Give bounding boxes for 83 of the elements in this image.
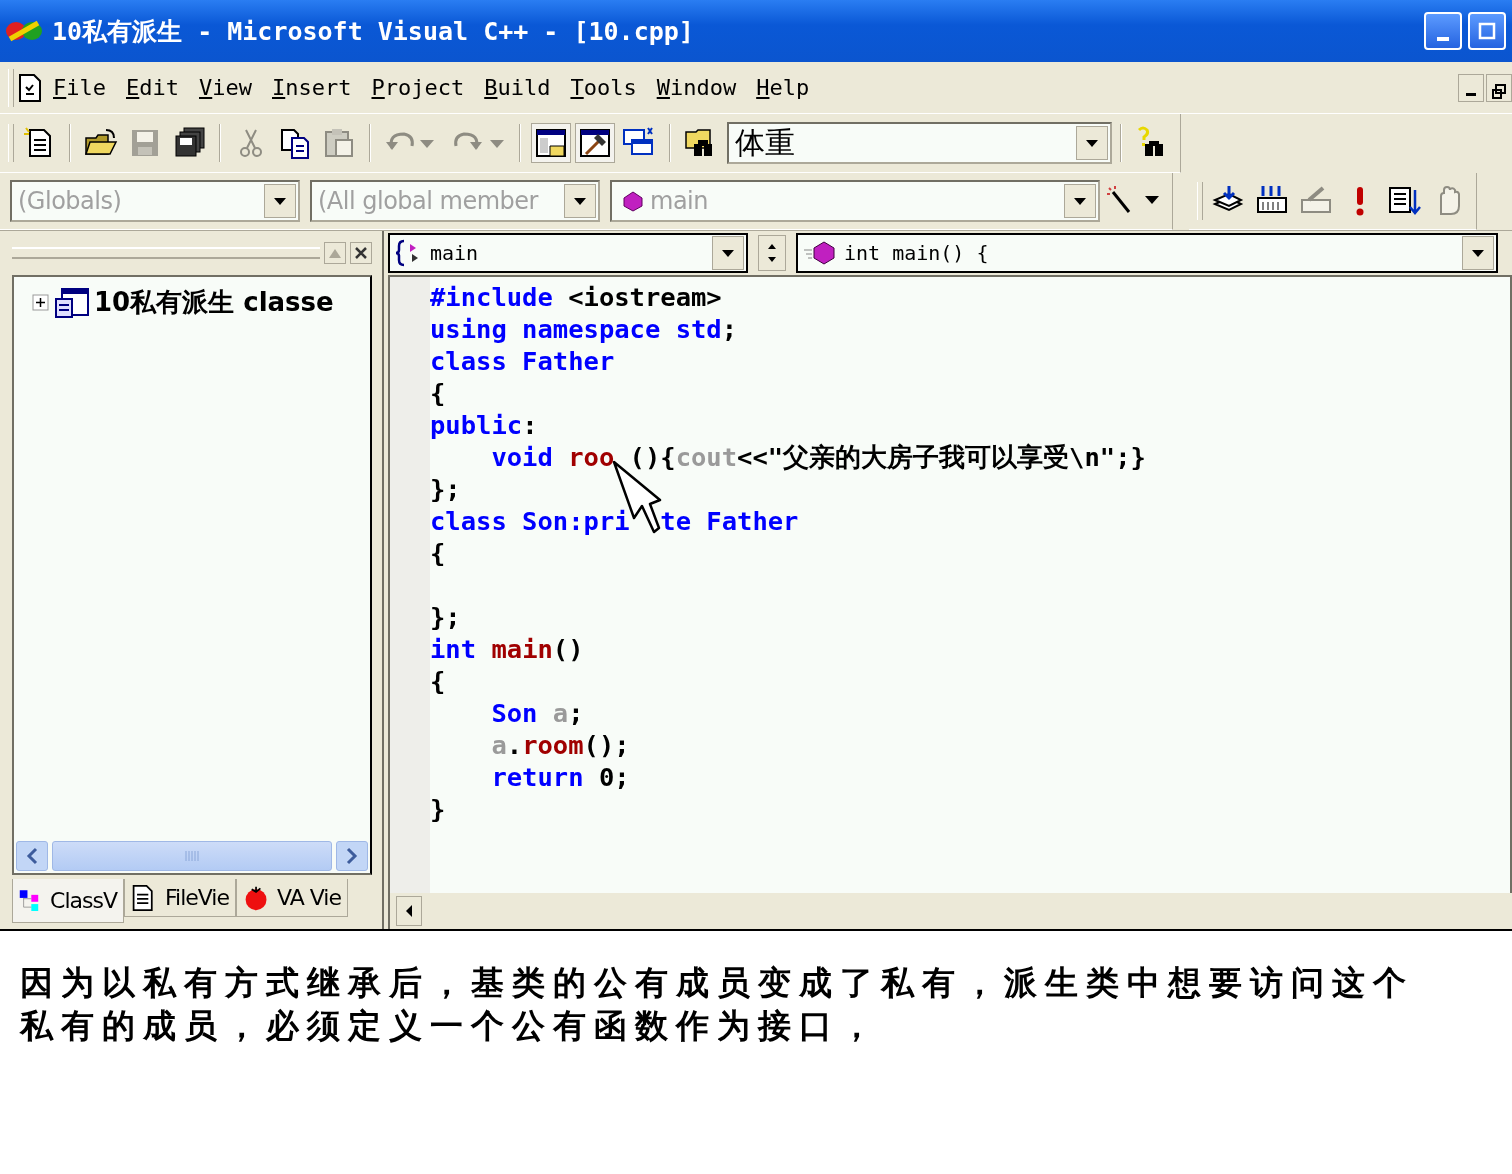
menu-item[interactable]: Tools	[570, 75, 637, 100]
menu-item[interactable]: Edit	[126, 75, 179, 100]
combo-text: int main() {	[843, 241, 990, 265]
symbol-combo[interactable]: main	[388, 233, 748, 273]
code-line: };	[430, 473, 462, 505]
dropdown-button[interactable]	[564, 184, 596, 218]
spin-button[interactable]	[758, 235, 786, 271]
expander-icon[interactable]	[32, 293, 50, 312]
dropdown-button[interactable]	[1064, 184, 1096, 218]
code-line: {	[430, 537, 447, 569]
caption-text: 私有的成员，必须定义一个公有函数作为接口，	[20, 1005, 882, 1047]
tree-item-label[interactable]: 10私有派生 classe	[94, 285, 334, 320]
class-folder-icon	[54, 286, 90, 319]
menu-item[interactable]: Insert	[272, 75, 352, 100]
combo-text: main	[429, 241, 480, 265]
combo-text: (Globals)	[17, 187, 123, 215]
panel-gripper[interactable]	[12, 247, 320, 259]
workspace-tab[interactable]: VA Vie	[236, 879, 348, 917]
copy-icon	[278, 126, 312, 160]
scroll-left-button[interactable]	[396, 896, 422, 926]
scrollbar[interactable]	[14, 839, 370, 873]
minimize-icon	[1466, 92, 1476, 96]
method-icon	[802, 240, 838, 266]
workspace-tab[interactable]: FileVie	[124, 879, 236, 917]
class-member-icon	[622, 190, 644, 212]
dropdown-button[interactable]	[1462, 236, 1494, 270]
code-line: class Father	[430, 345, 616, 377]
restore-button[interactable]	[1486, 73, 1512, 102]
caret-icon	[1470, 247, 1486, 259]
minimize-button[interactable]	[1458, 73, 1484, 102]
caret-icon	[272, 195, 288, 207]
caret-icon	[572, 195, 588, 207]
code-line: {	[430, 377, 447, 409]
find-text: 体重	[734, 123, 796, 162]
code-line: using namespace std;	[430, 313, 739, 345]
code-line: a.room();	[490, 729, 631, 761]
dropdown-button[interactable]	[264, 184, 296, 218]
grip-icon	[184, 850, 200, 862]
code-line: }	[430, 793, 447, 825]
hammer-window-button[interactable]	[575, 123, 615, 163]
chevron-left-icon	[25, 847, 39, 865]
caption-text: 因为以私有方式继承后，基类的公有成员变成了私有，派生类中想要访问这个	[20, 962, 1415, 1004]
menu-item[interactable]: View	[199, 75, 252, 100]
close-icon	[354, 246, 368, 260]
paste-icon	[322, 126, 356, 160]
workspace-tab[interactable]: ClassV	[12, 879, 124, 923]
code-line: public:	[430, 409, 539, 441]
hammer-window-icon	[578, 126, 612, 160]
menu-item[interactable]: Window	[656, 75, 737, 100]
caret-icon	[1084, 137, 1100, 149]
code-line: void roo (){cout<<"父亲的大房子我可以享受\n";}	[490, 441, 1147, 473]
menu-item[interactable]: File	[53, 75, 106, 100]
dropdown-button[interactable]	[1076, 126, 1108, 160]
combo-text: main	[649, 187, 709, 215]
window-title: 10私有派生 - Microsoft Visual C++ - [10.cpp]	[52, 15, 695, 48]
code-line: {	[430, 665, 447, 697]
caret-icon	[720, 247, 736, 259]
find-combo[interactable]: 体重	[727, 122, 1112, 164]
code-line: class Son:pri te Father	[430, 505, 800, 537]
combo-text: (All global member	[317, 187, 540, 215]
triangle-icon	[328, 247, 342, 259]
menu-item[interactable]: Project	[371, 75, 465, 100]
maximize-icon	[1478, 22, 1496, 40]
save-all-icon	[172, 126, 206, 160]
caret-icon	[1072, 195, 1088, 207]
definition-combo[interactable]: int main() {	[796, 233, 1498, 273]
document-icon	[17, 72, 43, 103]
minimize-icon	[1437, 37, 1449, 41]
code-line: #include <iostream>	[430, 281, 723, 313]
code-line: Son a;	[490, 697, 585, 729]
close-button[interactable]	[350, 242, 372, 264]
menu-item[interactable]: Help	[756, 75, 810, 100]
dropdown-button[interactable]	[712, 236, 744, 270]
workspace-window-icon	[534, 126, 568, 160]
exclamation-icon	[1356, 186, 1364, 216]
menu-item[interactable]: Build	[484, 75, 551, 100]
code-line: int main()	[430, 633, 585, 665]
restore-icon	[1492, 82, 1506, 101]
chevron-right-icon	[345, 847, 359, 865]
code-line: };	[430, 601, 462, 633]
triangle-left-icon	[404, 904, 414, 918]
code-line: return 0;	[490, 761, 631, 793]
workspace-window-button[interactable]	[531, 123, 571, 163]
